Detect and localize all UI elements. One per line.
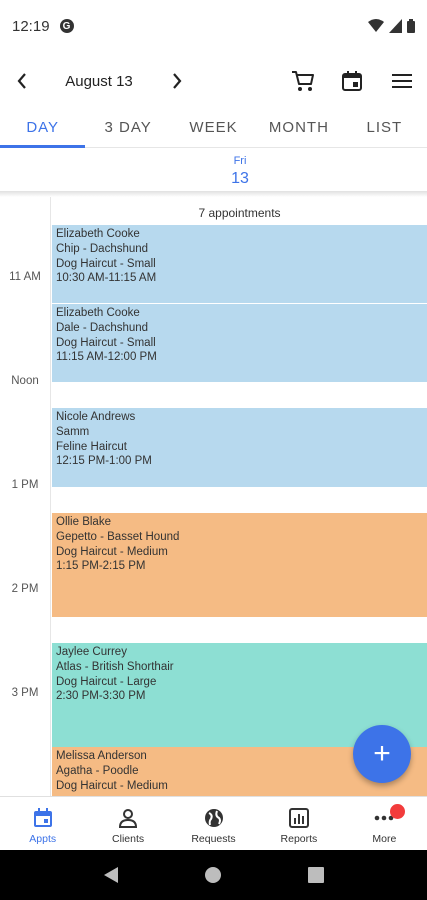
plus-icon: + [373, 737, 391, 770]
report-icon [288, 807, 309, 829]
nav-label: Reports [280, 833, 318, 845]
appointment-event[interactable]: Elizabeth Cooke Dale - Dachshund Dog Hai… [52, 304, 427, 382]
calendar-icon [342, 71, 362, 91]
event-pet: Dale - Dachshund [56, 321, 149, 334]
event-client: Nicole Andrews [56, 411, 136, 423]
nav-more[interactable]: More [342, 797, 427, 850]
recents-icon[interactable] [307, 867, 324, 883]
appointment-event[interactable]: Ollie Blake Gepetto - Basset Hound Dog H… [52, 513, 427, 617]
nav-requests[interactable]: Requests [171, 797, 256, 850]
event-service: Dog Haircut - Small [56, 257, 156, 270]
event-client: Jaylee Currey [56, 646, 127, 658]
g-badge-icon: G [59, 19, 74, 33]
event-pet: Chip - Dachshund [56, 242, 149, 255]
home-icon[interactable] [205, 867, 222, 883]
time-gutter: 11 AM Noon 1 PM 2 PM 3 PM [0, 197, 51, 796]
nav-label: Requests [191, 833, 236, 845]
signal-icon [389, 19, 402, 33]
event-pet: Atlas - British Shorthair [56, 660, 174, 673]
tab-week[interactable]: WEEK [171, 110, 256, 147]
nav-reports[interactable]: Reports [256, 797, 341, 850]
globe-icon [204, 807, 224, 829]
event-time: 12:15 PM-1:00 PM [56, 455, 152, 468]
status-time: 12:19 [12, 17, 50, 35]
hour-label: 11 AM [9, 271, 41, 283]
event-client: Ollie Blake [56, 516, 111, 528]
next-day-button[interactable] [157, 61, 197, 101]
hour-label: 2 PM [11, 583, 39, 595]
event-pet: Gepetto - Basset Hound [56, 530, 180, 543]
event-pet: Samm [56, 425, 90, 438]
event-service: Dog Haircut - Small [56, 336, 156, 349]
cart-icon [292, 71, 314, 91]
calendar-icon [33, 807, 53, 829]
chevron-left-icon [17, 73, 26, 89]
appointment-count: 7 appointments [198, 206, 281, 220]
view-tabs: DAY 3 DAY WEEK MONTH LIST [0, 110, 427, 148]
tab-month[interactable]: MONTH [256, 110, 341, 147]
add-appointment-button[interactable]: + [353, 725, 411, 783]
event-client: Elizabeth Cooke [56, 228, 140, 240]
menu-button[interactable] [384, 63, 420, 99]
event-time: 1:15 PM-2:15 PM [56, 560, 146, 573]
day-number[interactable]: 13 [0, 170, 427, 188]
tab-day[interactable]: DAY [0, 110, 86, 148]
notification-badge [389, 804, 405, 819]
nav-appts[interactable]: Appts [0, 797, 85, 850]
wifi-icon [368, 19, 384, 32]
tab-list[interactable]: LIST [342, 110, 427, 147]
hour-label: Noon [11, 375, 39, 387]
day-name: Fri [233, 155, 247, 167]
bottom-navigation: Appts Clients Requests Reports More [0, 796, 427, 850]
person-icon [118, 807, 138, 829]
day-calendar[interactable]: 11 AM Noon 1 PM 2 PM 3 PM 7 appointments… [0, 197, 427, 796]
hour-label: 3 PM [11, 687, 39, 699]
appointment-event[interactable]: Nicole Andrews Samm Feline Haircut 12:15… [52, 408, 427, 487]
date-title[interactable]: August 13 [46, 73, 152, 90]
chevron-right-icon [173, 73, 182, 89]
event-time: 11:15 AM-12:00 PM [56, 351, 157, 364]
event-service: Feline Haircut [56, 440, 127, 453]
status-bar: 12:19 G [0, 0, 427, 52]
back-icon[interactable] [103, 866, 119, 884]
nav-label: More [372, 833, 397, 845]
nav-label: Clients [112, 833, 145, 845]
day-header: Fri 13 [0, 150, 427, 192]
battery-icon [407, 19, 415, 33]
menu-icon [392, 74, 412, 88]
tab-3-day[interactable]: 3 DAY [85, 110, 170, 147]
calendar-button[interactable] [334, 63, 370, 99]
app-bar: August 13 [0, 56, 427, 106]
cart-button[interactable] [285, 63, 321, 99]
appointment-event[interactable]: Elizabeth Cooke Chip - Dachshund Dog Hai… [52, 225, 427, 303]
event-client: Elizabeth Cooke [56, 307, 140, 319]
nav-clients[interactable]: Clients [85, 797, 170, 850]
nav-label: Appts [29, 833, 57, 845]
previous-day-button[interactable] [2, 61, 42, 101]
event-service: Dog Haircut - Medium [56, 779, 168, 792]
event-service: Dog Haircut - Medium [56, 545, 168, 558]
system-navigation-bar [0, 850, 427, 900]
event-service: Dog Haircut - Large [56, 675, 157, 688]
hour-label: 1 PM [11, 479, 39, 491]
event-time: 10:30 AM-11:15 AM [56, 272, 157, 285]
event-time: 2:30 PM-3:30 PM [56, 690, 146, 703]
